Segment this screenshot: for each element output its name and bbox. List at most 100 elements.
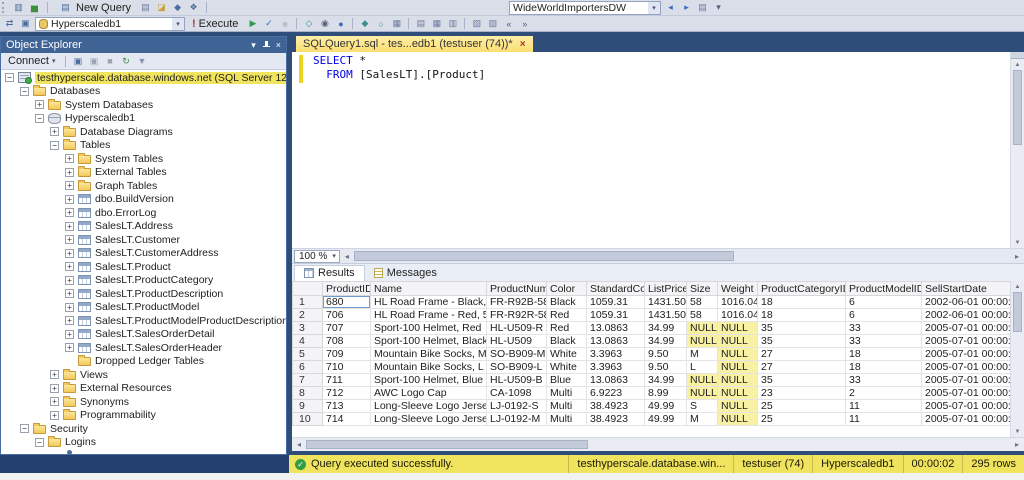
results-to-text-icon[interactable]: ▤	[413, 17, 428, 30]
expander-icon[interactable]: +	[65, 181, 74, 190]
expander-icon[interactable]: +	[65, 330, 74, 339]
tree-item[interactable]: −Databases	[1, 85, 286, 99]
grid-cell[interactable]: 6	[846, 309, 922, 322]
decrease-indent-icon[interactable]: «	[501, 17, 516, 30]
grid-corner[interactable]	[293, 282, 323, 296]
execute-button[interactable]: ! Execute	[187, 17, 243, 31]
tab-results[interactable]: Results	[294, 265, 365, 281]
grid-cell[interactable]: 11	[846, 413, 922, 426]
expander-icon[interactable]: +	[65, 168, 74, 177]
grid-cell[interactable]: 708	[323, 335, 371, 348]
grid-cell[interactable]: AWC Logo Cap	[371, 387, 487, 400]
expander-icon[interactable]: +	[65, 276, 74, 285]
grid-cell[interactable]: 6.9223	[587, 387, 645, 400]
grid-cell[interactable]: 13.0863	[587, 374, 645, 387]
grid-cell[interactable]: 35	[758, 322, 846, 335]
column-header[interactable]: StandardCost	[587, 282, 645, 296]
comment-selection-icon[interactable]: ▧	[469, 17, 484, 30]
register-servers-icon[interactable]: ▥	[11, 1, 26, 14]
query-options-icon[interactable]: ◉	[317, 17, 332, 30]
grid-cell[interactable]: NULL	[718, 387, 758, 400]
grid-cell[interactable]: HL-U509-B	[487, 374, 547, 387]
grid-cell[interactable]: LJ-0192-S	[487, 400, 547, 413]
toolbar-grip[interactable]	[2, 2, 7, 13]
grid-cell[interactable]: 9.50	[645, 361, 687, 374]
grid-cell[interactable]: 8.99	[645, 387, 687, 400]
grid-cell[interactable]: LJ-0192-M	[487, 413, 547, 426]
grid-cell[interactable]: Mountain Bike Socks, M	[371, 348, 487, 361]
grid-cell[interactable]: 709	[323, 348, 371, 361]
grid-cell[interactable]: Red	[547, 309, 587, 322]
results-scrollbar[interactable]: ▲ ▼	[1010, 281, 1024, 437]
available-databases-combobox[interactable]: Hyperscaledb1 ▾	[35, 17, 185, 31]
grid-cell[interactable]: 18	[758, 296, 846, 309]
grid-cell[interactable]: 27	[758, 361, 846, 374]
grid-cell[interactable]: 1431.50	[645, 296, 687, 309]
grid-cell[interactable]: SO-B909-M	[487, 348, 547, 361]
grid-cell[interactable]: 1059.31	[587, 309, 645, 322]
grid-cell[interactable]: 1016.04	[718, 309, 758, 322]
uncomment-selection-icon[interactable]: ▨	[485, 17, 500, 30]
grid-cell[interactable]: 2005-07-01 00:00:00.000	[922, 400, 1011, 413]
expander-icon[interactable]: +	[65, 208, 74, 217]
expander-icon[interactable]: −	[35, 114, 44, 123]
scroll-right-icon[interactable]: ▸	[1010, 249, 1024, 263]
expander-icon[interactable]: +	[65, 289, 74, 298]
grid-cell[interactable]: 3.3963	[587, 361, 645, 374]
grid-cell[interactable]: FR-R92R-58	[487, 309, 547, 322]
tree-item[interactable]: −Tables	[1, 139, 286, 153]
grid-cell[interactable]: 2005-07-01 00:00:00.000	[922, 361, 1011, 374]
grid-cell[interactable]: Sport-100 Helmet, Blue	[371, 374, 487, 387]
grid-cell[interactable]: 1059.31	[587, 296, 645, 309]
connect-database-icon[interactable]: ▣	[71, 55, 86, 68]
tree-item[interactable]: +SalesLT.ProductModel	[1, 301, 286, 315]
row-number[interactable]: 4	[293, 335, 323, 348]
tree-item[interactable]: +External Tables	[1, 166, 286, 180]
change-database-icon[interactable]: ▣	[18, 17, 33, 30]
grid-cell[interactable]: NULL	[718, 348, 758, 361]
grid-cell[interactable]: NULL	[718, 400, 758, 413]
expander-icon[interactable]: +	[50, 370, 59, 379]
tree-item[interactable]: +SalesLT.SalesOrderDetail	[1, 328, 286, 342]
grid-cell[interactable]: M	[687, 413, 718, 426]
cancel-executing-query-icon[interactable]: ■	[277, 17, 292, 30]
grid-cell[interactable]: HL-U509	[487, 335, 547, 348]
editor-hscrollbar[interactable]: ◂ ▸	[340, 249, 1024, 263]
include-live-query-statistics-icon[interactable]: ○	[373, 17, 388, 30]
column-header[interactable]: SellStartDate	[922, 282, 1011, 296]
grid-cell[interactable]: 713	[323, 400, 371, 413]
close-icon[interactable]: ×	[520, 39, 526, 50]
column-header[interactable]: Color	[547, 282, 587, 296]
grid-cell[interactable]: Multi	[547, 387, 587, 400]
grid-cell[interactable]: FR-R92B-58	[487, 296, 547, 309]
grid-cell[interactable]: 2005-07-01 00:00:00.000	[922, 413, 1011, 426]
expander-icon[interactable]: +	[65, 235, 74, 244]
grid-cell[interactable]: 25	[758, 400, 846, 413]
grid-cell[interactable]: NULL	[687, 322, 718, 335]
grid-cell[interactable]: 2005-07-01 00:00:00.000	[922, 387, 1011, 400]
grid-cell[interactable]: 58	[687, 309, 718, 322]
row-number[interactable]: 2	[293, 309, 323, 322]
tree-item[interactable]: −testhyperscale.database.windows.net (SQ…	[1, 71, 286, 85]
row-number[interactable]: 10	[293, 413, 323, 426]
grid-cell[interactable]: 710	[323, 361, 371, 374]
new-file-icon[interactable]: ▤	[138, 1, 153, 14]
include-client-statistics-icon[interactable]: ▦	[389, 17, 404, 30]
grid-cell[interactable]: 13.0863	[587, 335, 645, 348]
grid-cell[interactable]: 714	[323, 413, 371, 426]
grid-cell[interactable]: 18	[758, 309, 846, 322]
grid-cell[interactable]: 2002-06-01 00:00:00.000	[922, 296, 1011, 309]
split-grip[interactable]	[1011, 52, 1024, 59]
grid-cell[interactable]: 6	[846, 296, 922, 309]
results-to-grid-icon[interactable]: ▦	[429, 17, 444, 30]
grid-cell[interactable]: NULL	[718, 322, 758, 335]
tree-item[interactable]: −Security	[1, 422, 286, 436]
document-tab[interactable]: SQLQuery1.sql - tes...edb1 (testuser (74…	[296, 36, 533, 52]
grid-cell[interactable]: 38.4923	[587, 413, 645, 426]
scrollbar-thumb[interactable]	[1013, 292, 1022, 332]
grid-cell[interactable]: 1431.50	[645, 309, 687, 322]
expander-icon[interactable]: +	[65, 249, 74, 258]
grid-cell[interactable]: HL-U509-R	[487, 322, 547, 335]
filter-icon[interactable]: ▼	[135, 55, 150, 68]
column-header[interactable]: Size	[687, 282, 718, 296]
